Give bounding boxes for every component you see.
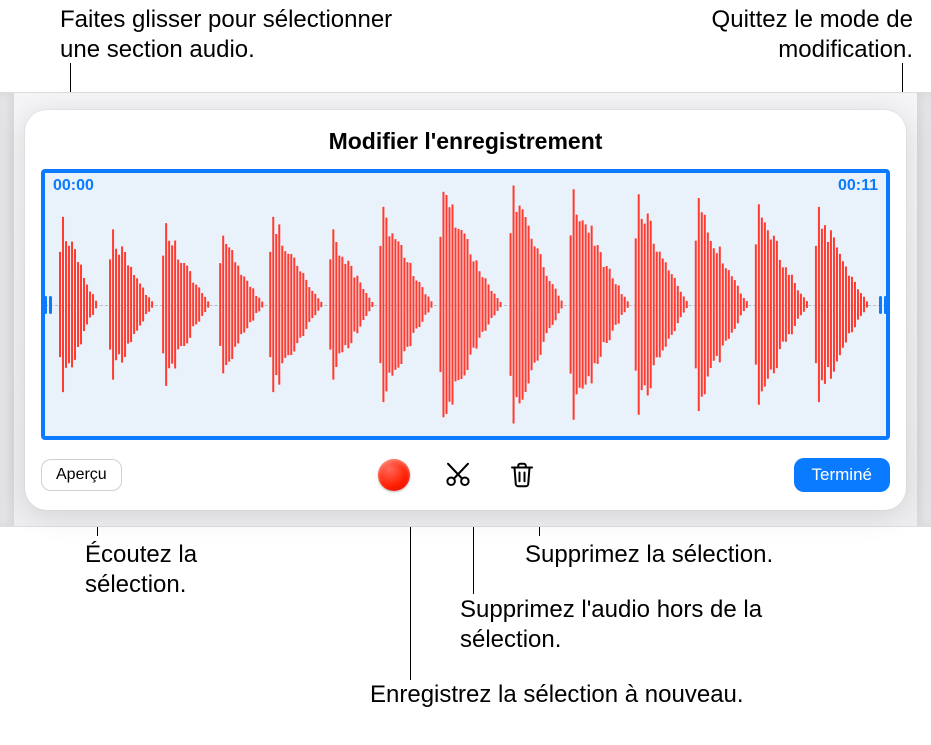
callout-rerecord: Enregistrez la sélection à nouveau. (370, 680, 830, 710)
record-icon (378, 459, 410, 491)
preview-button[interactable]: Aperçu (41, 459, 122, 491)
selection-handle-right[interactable] (878, 293, 888, 317)
trim-button[interactable] (438, 455, 478, 495)
waveform-selection-area[interactable]: 00:00 00:11 // Synthesize a representati… (41, 169, 890, 440)
callout-drag-select: Faites glisser pour sélectionner une sec… (60, 5, 420, 65)
waveform-icon (55, 173, 876, 436)
editor-center-tools (374, 455, 542, 495)
callout-listen-selection: Écoutez la sélection. (85, 540, 265, 600)
callout-delete-selection: Supprimez la sélection. (525, 540, 845, 570)
callout-exit-edit: Quittez le mode de modification. (683, 5, 913, 65)
audio-editor-panel: Modifier l'enregistrement 00:00 00:11 //… (25, 110, 906, 510)
record-button[interactable] (374, 455, 414, 495)
done-button[interactable]: Terminé (794, 458, 890, 492)
delete-button[interactable] (502, 455, 542, 495)
editor-toolbar: Aperçu (41, 454, 890, 496)
trash-icon (507, 460, 537, 490)
editor-title: Modifier l'enregistrement (41, 128, 890, 155)
scissors-icon (443, 460, 473, 490)
callout-trim-outside: Supprimez l'audio hors de la sélection. (460, 595, 780, 655)
selection-handle-left[interactable] (43, 293, 53, 317)
